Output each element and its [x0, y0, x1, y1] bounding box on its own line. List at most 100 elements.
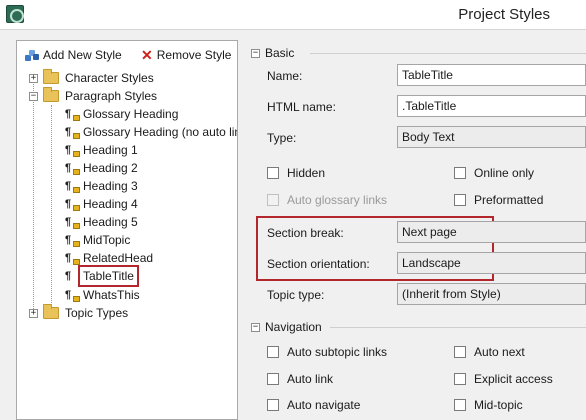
checkbox-box[interactable] [454, 373, 466, 385]
tree-item-style[interactable]: ¶ MidTopic [65, 231, 130, 249]
tree-item-style[interactable]: ¶ Heading 2 [65, 159, 138, 177]
tree-item-label: Heading 5 [83, 215, 138, 229]
auto-subtopic-links-checkbox[interactable]: Auto subtopic links [267, 345, 387, 359]
tree-item-label: TableTitle [83, 269, 134, 283]
checkbox-box[interactable] [454, 194, 466, 206]
tree-item-topic-types[interactable]: + Topic Types [29, 304, 128, 322]
add-new-style-label: Add New Style [43, 48, 122, 62]
section-orientation-label: Section orientation: [267, 257, 370, 271]
paragraph-style-locked-icon: ¶ [65, 162, 80, 175]
paragraph-style-locked-icon: ¶ [65, 126, 80, 139]
type-dropdown[interactable]: Body Text [397, 126, 586, 148]
tree-item-label: Heading 1 [83, 143, 138, 157]
paragraph-style-locked-icon: ¶ [65, 144, 80, 157]
tree-item-label: Glossary Heading [83, 107, 179, 121]
checkbox-box[interactable] [454, 346, 466, 358]
add-new-style-button[interactable]: Add New Style [25, 48, 122, 62]
remove-style-button[interactable]: ✕ Remove Style [141, 48, 231, 62]
auto-link-checkbox[interactable]: Auto link [267, 372, 333, 386]
title-bar: Project Styles [0, 0, 586, 30]
checkbox-box[interactable] [267, 167, 279, 179]
tree-item-label: WhatsThis [83, 288, 140, 302]
tree-item-label: Topic Types [65, 306, 129, 320]
tree-guide [51, 105, 52, 311]
tree-item-style[interactable]: ¶ Heading 5 [65, 213, 138, 231]
name-label: Name: [267, 69, 303, 83]
navigation-section-header[interactable]: − Navigation [251, 320, 322, 334]
basic-section-header[interactable]: − Basic [251, 46, 294, 60]
checkbox-box[interactable] [454, 167, 466, 179]
checkbox-label: Auto next [474, 345, 525, 359]
checkbox-box[interactable] [267, 373, 279, 385]
properties-pane: − Basic Name: TableTitle HTML name: .Tab… [246, 40, 586, 420]
paragraph-style-locked-icon: ¶ [65, 252, 80, 265]
tree-item-style[interactable]: ¶ WhatsThis [65, 286, 140, 304]
paragraph-style-locked-icon: ¶ [65, 198, 80, 211]
window-title: Project Styles [458, 6, 550, 23]
explicit-access-checkbox[interactable]: Explicit access [454, 372, 553, 386]
folder-icon [43, 69, 59, 84]
tree-item-label: Heading 3 [83, 179, 138, 193]
tree-item-style[interactable]: ¶ Heading 3 [65, 177, 138, 195]
checkbox-box[interactable] [267, 346, 279, 358]
paragraph-style-icon: ¶ [65, 270, 72, 282]
expand-icon[interactable]: + [29, 73, 38, 83]
tree-item-style[interactable]: ¶ Glossary Heading (no auto lin [65, 123, 238, 141]
tree-toolbar: Add New Style ✕ Remove Style [17, 41, 237, 69]
checkbox-box[interactable] [454, 399, 466, 411]
html-name-field[interactable]: .TableTitle [397, 95, 586, 117]
online-only-checkbox[interactable]: Online only [454, 166, 534, 180]
section-divider [310, 53, 586, 54]
topic-type-label: Topic type: [267, 288, 325, 302]
checkbox-box [267, 194, 279, 206]
tree-item-character-styles[interactable]: + Character Styles [29, 69, 154, 87]
tree-item-label: Heading 4 [83, 197, 138, 211]
section-title: Navigation [265, 320, 322, 334]
section-break-dropdown[interactable]: Next page [397, 221, 586, 243]
checkbox-label: Auto subtopic links [287, 345, 388, 359]
app-icon [6, 5, 24, 23]
tree-item-label: Heading 2 [83, 161, 138, 175]
expand-icon[interactable]: + [29, 308, 38, 318]
tree-guide [33, 81, 34, 313]
checkbox-label: Explicit access [474, 372, 553, 386]
checkbox-label: Hidden [287, 166, 326, 180]
collapse-icon[interactable]: − [251, 48, 260, 58]
mid-topic-checkbox[interactable]: Mid-topic [454, 398, 523, 412]
tree-item-label: Character Styles [65, 71, 154, 85]
paragraph-style-locked-icon: ¶ [65, 108, 80, 121]
section-title: Basic [265, 46, 295, 60]
paragraph-style-locked-icon: ¶ [65, 180, 80, 193]
auto-glossary-links-checkbox: Auto glossary links [267, 193, 387, 207]
tree-item-style[interactable]: ¶ Glossary Heading [65, 105, 178, 123]
topic-type-dropdown[interactable]: (Inherit from Style) [397, 283, 586, 305]
tree-item-paragraph-styles[interactable]: − Paragraph Styles [29, 87, 157, 105]
section-orientation-dropdown[interactable]: Landscape [397, 252, 586, 274]
tree-item-label: RelatedHead [83, 251, 154, 265]
tree-item-style-selected[interactable]: ¶ TableTitle [65, 265, 139, 287]
checkbox-label: Auto navigate [287, 398, 361, 412]
checkbox-label: Preformatted [474, 193, 544, 207]
checkbox-box[interactable] [267, 399, 279, 411]
collapse-icon[interactable]: − [251, 322, 260, 332]
hidden-checkbox[interactable]: Hidden [267, 166, 325, 180]
tree-item-label: MidTopic [83, 233, 131, 247]
auto-next-checkbox[interactable]: Auto next [454, 345, 525, 359]
tree-item-style[interactable]: ¶ Heading 4 [65, 195, 138, 213]
tree-item-label: Glossary Heading (no auto lin [83, 125, 238, 139]
remove-style-label: Remove Style [156, 48, 232, 62]
remove-icon: ✕ [141, 47, 153, 63]
paragraph-style-locked-icon: ¶ [65, 234, 80, 247]
section-break-label: Section break: [267, 226, 344, 240]
checkbox-label: Auto glossary links [287, 193, 388, 207]
collapse-icon[interactable]: − [29, 91, 38, 101]
selected-style-highlight: TableTitle [78, 265, 139, 287]
html-name-label: HTML name: [267, 100, 336, 114]
preformatted-checkbox[interactable]: Preformatted [454, 193, 543, 207]
name-field[interactable]: TableTitle [397, 64, 586, 86]
checkbox-label: Mid-topic [474, 398, 523, 412]
paragraph-style-locked-icon: ¶ [65, 216, 80, 229]
auto-navigate-checkbox[interactable]: Auto navigate [267, 398, 360, 412]
checkbox-label: Auto link [287, 372, 334, 386]
tree-item-style[interactable]: ¶ Heading 1 [65, 141, 138, 159]
